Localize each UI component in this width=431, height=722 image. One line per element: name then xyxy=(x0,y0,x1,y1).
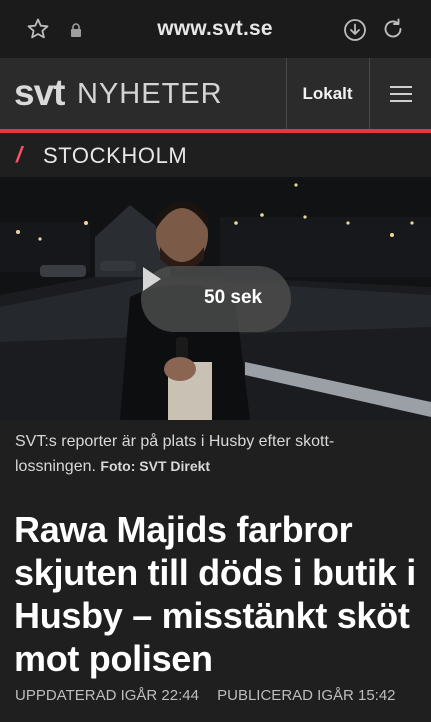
updated-timestamp: UPPDATERAD IGÅR 22:44 xyxy=(15,687,199,704)
address-bar-url[interactable]: www.svt.se xyxy=(100,17,330,41)
published-timestamp: PUBLICERAD IGÅR 15:42 xyxy=(217,687,396,704)
image-caption: SVT:s reporter är på plats i Husby efter… xyxy=(15,430,415,479)
article-meta: UPPDATERAD IGÅR 22:44 PUBLICERAD IGÅR 15… xyxy=(15,687,425,704)
photo-credit: Foto: SVT Direkt xyxy=(100,458,211,474)
video-duration: 50 sek xyxy=(204,287,263,308)
video-player[interactable]: 50 sek xyxy=(0,177,431,420)
section-slash: / xyxy=(16,142,23,167)
section-name-nyheter[interactable]: NYHETER xyxy=(77,78,223,111)
lock-icon xyxy=(71,23,81,37)
browser-toolbar: www.svt.se xyxy=(0,0,431,58)
star-icon[interactable] xyxy=(26,17,50,41)
download-icon[interactable] xyxy=(343,18,367,42)
reload-icon[interactable] xyxy=(381,17,405,41)
section-strip: / STOCKHOLM xyxy=(0,133,431,177)
play-icon xyxy=(143,267,161,291)
hamburger-menu-icon xyxy=(389,86,412,102)
article-headline: Rawa Majids farbror skjuten till döds i … xyxy=(14,509,416,679)
lokalt-button[interactable]: Lokalt xyxy=(286,58,369,130)
section-title-stockholm[interactable]: STOCKHOLM xyxy=(43,143,187,169)
play-button[interactable]: 50 sek xyxy=(141,266,291,332)
svt-logo[interactable]: svt xyxy=(14,72,65,114)
menu-button[interactable] xyxy=(370,58,431,130)
site-header: svt NYHETER Lokalt xyxy=(0,58,431,130)
